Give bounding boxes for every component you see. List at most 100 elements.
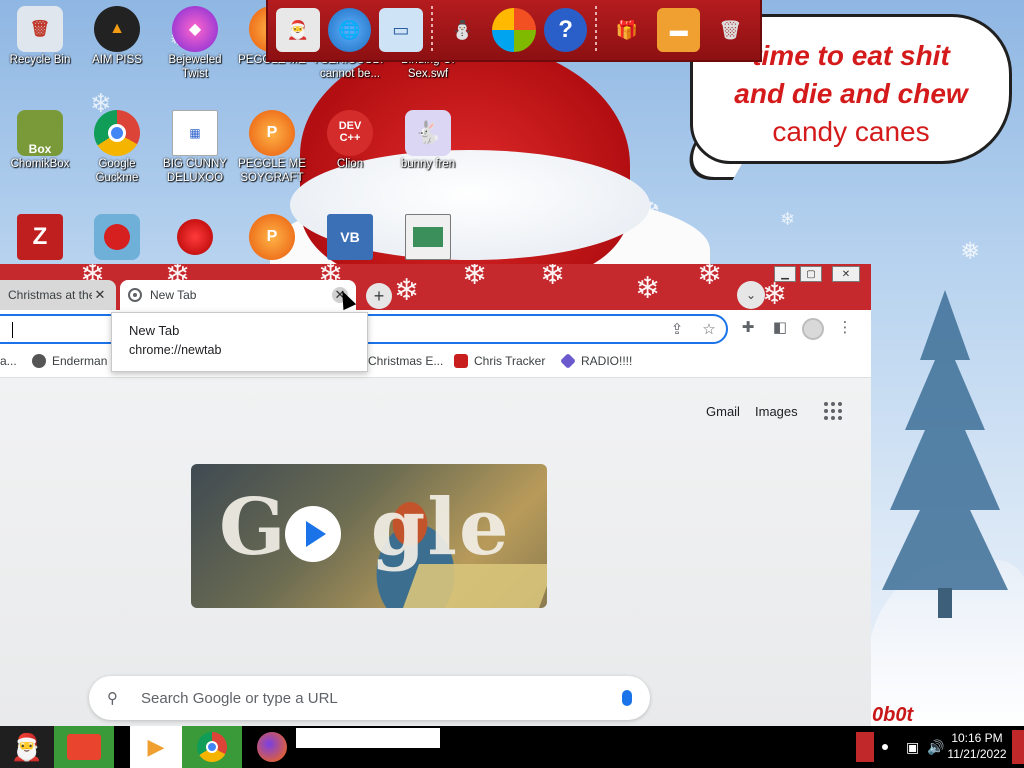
bejeweled-icon: ◆ xyxy=(172,6,218,52)
tray-app-icon[interactable] xyxy=(856,732,874,762)
bookmark-item-enderman[interactable]: Enderman xyxy=(32,354,107,368)
santa-start-icon: 🎅 xyxy=(10,731,44,762)
snowflake-decoration: ❅ xyxy=(960,238,981,265)
tray-dot-icon[interactable] xyxy=(882,744,888,750)
ntp-search-box[interactable]: ⚲ Search Google or type a URL xyxy=(89,676,650,720)
tab-close-icon[interactable]: ✕ xyxy=(92,287,108,303)
desktop-icon-peggle-3[interactable]: P xyxy=(232,214,312,262)
snowman-icon[interactable]: ⛄ xyxy=(441,8,485,52)
desktop-icon-red-creature[interactable] xyxy=(155,214,235,262)
bubble-line: candy canes xyxy=(772,115,930,147)
desktop-icon-bejeweled[interactable]: ◆ Bejeweled Twist xyxy=(155,6,235,82)
taskbar-chrome[interactable] xyxy=(182,726,242,768)
hover-card-url: chrome://newtab xyxy=(129,343,222,357)
desktop-icon-window-app[interactable] xyxy=(388,214,468,262)
chrome-favicon-icon xyxy=(128,288,142,302)
share-icon[interactable]: ⇪ xyxy=(668,320,686,338)
new-tab-page: Gmail Images Go gle ⚲ Search Google or t… xyxy=(0,378,871,726)
desktop-icon-angry-birds[interactable] xyxy=(77,214,157,262)
snowflake-decoration: ❄ xyxy=(780,209,796,229)
tab-search-chevron-icon[interactable]: ⌄ xyxy=(737,281,765,309)
visual-basic-icon: VB xyxy=(327,214,373,260)
computer-santa-icon[interactable]: 🎅 xyxy=(276,8,320,52)
doodle-letters: Go gle xyxy=(219,482,511,573)
desktop-icon-label: PEGGLE ME SOYGRAFT xyxy=(238,158,306,184)
desktop-icon-chrome[interactable]: Google Guckme xyxy=(77,110,157,186)
taskbar: 🎅 ▶ ▣ 🔊 10:16 PM 11/21/2022 xyxy=(0,726,1024,768)
hover-card-title: New Tab xyxy=(129,323,180,338)
desktop-icon-recycle-bin[interactable]: 🗑 Recycle Bin xyxy=(0,6,80,68)
media-player-icon: ▶ xyxy=(147,734,165,759)
bookmark-label: Christmas E... xyxy=(368,354,444,368)
angry-birds-icon xyxy=(94,214,140,260)
desktop-icon-clion[interactable]: DEV C++ Clion xyxy=(310,110,390,172)
new-tab-button[interactable]: + xyxy=(366,283,392,309)
minimize-button[interactable]: ▁ xyxy=(774,266,796,282)
microphone-icon[interactable] xyxy=(622,690,632,706)
desktop-icon-label: Bejeweled Twist xyxy=(168,54,222,80)
google-doodle[interactable]: Go gle xyxy=(191,464,547,608)
monitor-icon[interactable]: ▭ xyxy=(379,8,423,52)
help-icon[interactable]: ? xyxy=(543,8,588,52)
chomikbox-icon-text: Box xyxy=(28,142,52,156)
firefox-icon xyxy=(257,732,287,762)
dev-cpp-icon-text: DEV C++ xyxy=(338,120,362,144)
desktop-icon-visual-basic[interactable]: VB xyxy=(310,214,390,262)
bookmark-star-icon[interactable]: ☆ xyxy=(700,320,718,338)
tab-new-tab[interactable]: New Tab ✕ xyxy=(120,280,356,310)
desktop-icon-label: Google Guckme xyxy=(95,158,139,184)
close-window-button[interactable]: ✕ xyxy=(832,266,860,282)
taskbar-blank-task[interactable] xyxy=(296,728,440,748)
bookmark-item-chris-tracker[interactable]: Chris Tracker xyxy=(454,354,545,368)
desktop-icon-filezilla[interactable]: Z xyxy=(0,214,80,262)
wallpaper-signature: 0b0t xyxy=(872,704,914,726)
bookmark-item[interactable]: a... xyxy=(0,354,17,368)
chomikbox-icon: Box xyxy=(17,110,63,156)
globe-icon[interactable]: 🌐 xyxy=(327,8,372,52)
desktop-icon-peggle-2[interactable]: P PEGGLE ME SOYGRAFT xyxy=(232,110,312,186)
search-icon: ⚲ xyxy=(107,690,118,707)
show-desktop-button[interactable] xyxy=(1012,730,1024,764)
taskbar-firefox[interactable] xyxy=(248,726,296,768)
bookmark-item-christmas[interactable]: Christmas E... xyxy=(368,354,443,368)
profile-avatar[interactable] xyxy=(802,318,824,340)
bookmark-label: a... xyxy=(0,354,17,368)
tab-title: Christmas at the xyxy=(8,288,92,302)
recycle-bin-icon[interactable]: 🗑 xyxy=(708,8,752,52)
taskbar-explorer[interactable] xyxy=(54,726,114,768)
raccoon-icon xyxy=(32,354,46,368)
bookmark-item-radio[interactable]: RADIO!!!! xyxy=(560,353,632,369)
dev-cpp-icon: DEV C++ xyxy=(327,110,373,156)
start-button[interactable]: 🎅 xyxy=(0,726,54,768)
desktop-icon-aimp[interactable]: ▲ AIM PISS xyxy=(77,6,157,68)
document-icon: ▦ xyxy=(172,110,218,156)
search-placeholder: Search Google or type a URL xyxy=(141,689,338,707)
taskbar-clock[interactable]: 10:16 PM 11/21/2022 xyxy=(940,730,1014,762)
windows-logo-icon[interactable] xyxy=(492,8,536,52)
radio-diamond-icon xyxy=(560,353,576,369)
images-link[interactable]: Images xyxy=(755,404,798,419)
tab-christmas[interactable]: Christmas at the ✕ xyxy=(0,280,116,310)
desktop-icon-chomikbox[interactable]: Box ChomikBox xyxy=(0,110,80,172)
extensions-puzzle-icon[interactable]: ✚ xyxy=(739,318,757,336)
chrome-titlebar[interactable]: ❄ ❄ ❄ ❄ ❄ ❄ ❄ ❄ ❄ ▁ ▢ ✕ Christmas at the… xyxy=(0,264,871,310)
maximize-button[interactable]: ▢ xyxy=(800,266,822,282)
desktop-icon-label: ChomikBox xyxy=(10,158,70,170)
bookmark-label: Chris Tracker xyxy=(474,354,546,368)
desktop-icon-label: bunny fren xyxy=(400,158,456,170)
menu-kebab-icon[interactable]: ⋮ xyxy=(836,318,854,336)
gift-icon[interactable]: 🎁 xyxy=(605,8,649,52)
desktop-icon-label: BIG CUNNY DELUXOO xyxy=(163,158,227,184)
doodle-play-button[interactable] xyxy=(285,506,341,562)
taskbar-media-player[interactable]: ▶ xyxy=(130,726,182,768)
side-panel-icon[interactable]: ◧ xyxy=(771,318,789,336)
google-apps-icon[interactable] xyxy=(824,402,842,420)
recycle-bin-icon: 🗑 xyxy=(17,6,63,52)
filezilla-icon: Z xyxy=(17,214,63,260)
folder-icon[interactable]: ▬ xyxy=(656,8,701,52)
gmail-link[interactable]: Gmail xyxy=(706,404,740,419)
desktop-icon-document[interactable]: ▦ BIG CUNNY DELUXOO xyxy=(155,110,235,186)
bookmark-label: Enderman xyxy=(52,354,108,368)
network-icon[interactable]: ▣ xyxy=(906,739,919,756)
desktop-icon-bunny[interactable]: 🐇 bunny fren xyxy=(388,110,468,172)
